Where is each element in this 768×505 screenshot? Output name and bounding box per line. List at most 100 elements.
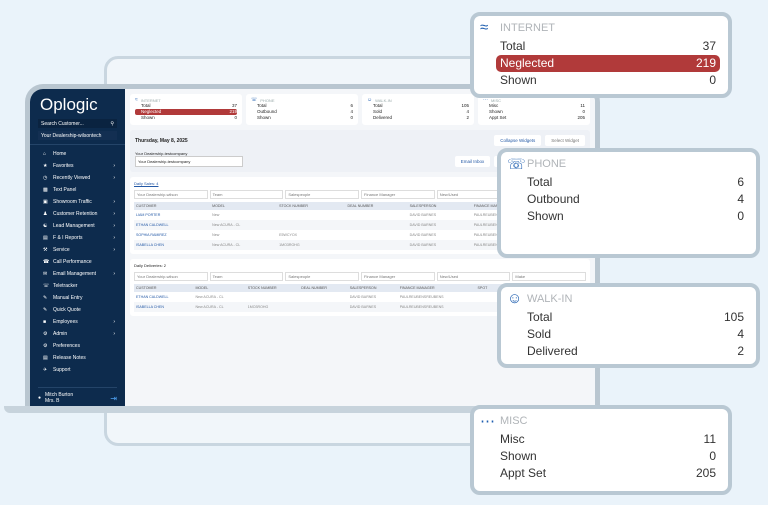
widget-row: Shown 0 [141,115,237,120]
callout-row: Shown 0 [500,449,716,463]
widget-row: Appt Set 205 [489,115,585,120]
sidebar-item[interactable]: ✈ Support [30,364,125,376]
widget-misc[interactable]: ⋯ MISC Misc 11 Shown 0 Appt Set 205 [478,94,590,125]
callout-row: Delivered 2 [527,344,744,358]
sidebar-item[interactable]: ♟ Customer Retention › [30,208,125,220]
chevron-right-icon: › [113,223,115,229]
customer-link[interactable]: ISABELLA CHEN [134,240,211,250]
callout-row: Neglected 219 [496,55,720,72]
nav-icon: ▤ [43,235,48,241]
widget-phone[interactable]: ☏ PHONE Total 6 Outbound 4 Shown 0 [246,94,358,125]
cell: New ACURA - CL [195,295,224,299]
customer-link[interactable]: ISABELLA CHEN [134,302,194,312]
cell [346,210,408,220]
callout-row: Total 105 [527,310,744,324]
callout-phone: ☏ PHONE Total 6 Outbound 4 Shown 0 [497,148,760,258]
cell: DAVID BARNES [409,213,437,217]
nav-icon: ☯ [43,223,48,229]
nav-icon: ✎ [43,307,48,313]
customer-link[interactable]: SOPHIA RAMIREZ [134,230,210,240]
widget-row: ≈ INTERNET Total 37 Neglected 219 Shown 0 ☏ PHONE… [130,94,590,125]
filter-dropdown[interactable]: Finance Manager [361,272,435,281]
filter-dropdown[interactable]: Your Dealership-wilson [134,272,208,281]
sidebar-item[interactable]: ☯ Lead Management › [30,220,125,232]
widget-icon: ☏ [507,156,526,173]
sidebar-item[interactable]: ☏ Teletracker [30,280,125,292]
sidebar-item[interactable]: ▤ Release Notes [30,352,125,364]
sidebar-item[interactable]: ▣ Showroom Traffic › [30,196,125,208]
user-profile[interactable]: ● Mitch Burton Mrs. B ⇥ [38,387,117,404]
nav-icon: ✈ [43,367,48,373]
cell [277,210,345,220]
column-header: CUSTOMER [134,202,211,210]
cell: DAVID BARNES [409,233,437,237]
nav-icon: ⚒ [43,247,48,253]
column-header: STOCK NUMBER [277,202,346,210]
sidebar-item[interactable]: ◷ Recently Viewed › [30,172,125,184]
chevron-right-icon: › [113,199,115,205]
nav-menu: ⌂ Home ★ Favorites › ◷ Recently Viewed › ▩ Text P… [30,144,125,376]
customer-link[interactable]: ETHAN CALDWELL [134,292,193,302]
chevron-right-icon: › [113,163,115,169]
cell: DAVID BARNES [407,240,472,250]
cell: E5WCYOX [279,233,298,237]
callout-internet: ≈ INTERNET Total 37 Neglected 219 Shown 0 [470,12,732,98]
cell: DAVID BARNES [407,220,472,230]
widget-internet[interactable]: ≈ INTERNET Total 37 Neglected 219 Shown 0 [130,94,242,125]
sidebar-item[interactable]: ✎ Manual Entry [30,292,125,304]
sidebar-item[interactable]: ■ Employees › [30,316,125,328]
sidebar-item[interactable]: ▤ F & I Reports › [30,232,125,244]
sidebar-item[interactable]: ⚙ Preferences [30,340,125,352]
sidebar-item[interactable]: ☎ Call Performance [30,256,125,268]
cell [346,230,408,240]
nav-icon: ★ [43,163,48,169]
column-header: DEAL NUMBER [345,202,408,210]
widget-row: Shown 0 [257,115,353,120]
nav-icon: ♟ [43,211,48,217]
sidebar-item[interactable]: ⚒ Service › [30,244,125,256]
sidebar-item[interactable]: ⚙ Admin › [30,328,125,340]
search-icon: ⚲ [110,121,114,127]
filter-dropdown[interactable]: Team [209,190,284,199]
filters: Your Dealership-wilson Team Salespeople Fin… [134,272,587,281]
nav-icon: ◷ [43,175,48,181]
column-header: MODEL [210,202,278,210]
sidebar-item[interactable]: ✉ Email Management › [30,268,125,280]
cell: New ACURA - CL [193,302,246,312]
dealership-select[interactable]: Your Dealership-wilsontech [38,131,117,140]
cell [475,302,498,312]
sidebar-item[interactable]: ▩ Text Panel [30,184,125,196]
filter-dropdown[interactable]: New/Used [436,272,511,281]
email-inbox-button[interactable]: Email Inbox [454,156,491,167]
widget-walk-in[interactable]: ☺ WALK-IN Total 105 Sold 4 Delivered 2 [362,94,474,125]
search-input[interactable]: Search Customer... ⚲ [38,119,117,128]
column-header: SALESPERSON [347,284,398,292]
nav-icon: ▩ [43,187,48,193]
filter-dropdown[interactable]: Salespeople [285,272,360,281]
filter-dropdown[interactable]: Your Dealership-wilson [134,190,208,199]
filter-dropdown[interactable]: Team [209,272,284,281]
customer-link[interactable]: ETHAN CALDWELL [134,220,211,230]
chevron-right-icon: › [113,235,115,241]
dealer-select[interactable]: Your Dealership-testcompany [135,156,243,167]
column-header: DEAL NUMBER [299,284,348,292]
collapse-widgets-button[interactable]: Collapse Widgets [494,135,542,146]
logout-icon[interactable]: ⇥ [110,394,117,403]
select-widget-dropdown[interactable]: Select Widget [545,135,585,146]
filter-dropdown[interactable]: Finance Manager [361,190,435,199]
callout-row: Misc 11 [500,432,716,446]
nav-icon: ⚙ [43,343,48,349]
avatar: ● [38,395,42,401]
callout-walk-in: ☺ WALK-IN Total 105 Sold 4 Delivered 2 [497,283,760,368]
filter-dropdown[interactable]: Make [512,272,587,281]
nav-icon: ▣ [43,199,48,205]
filter-dropdown[interactable]: Salespeople [285,190,360,199]
sidebar-item[interactable]: ⌂ Home [30,148,125,160]
customer-link[interactable]: LIAM PORTER [134,210,210,220]
nav-icon: ▤ [43,355,48,361]
logo: Oplogic [40,95,98,114]
widget-icon: ⋯ [480,413,495,430]
sidebar-item[interactable]: ★ Favorites › [30,160,125,172]
sidebar-item[interactable]: ✎ Quick Quote [30,304,125,316]
callout-row: Appt Set 205 [500,466,716,480]
